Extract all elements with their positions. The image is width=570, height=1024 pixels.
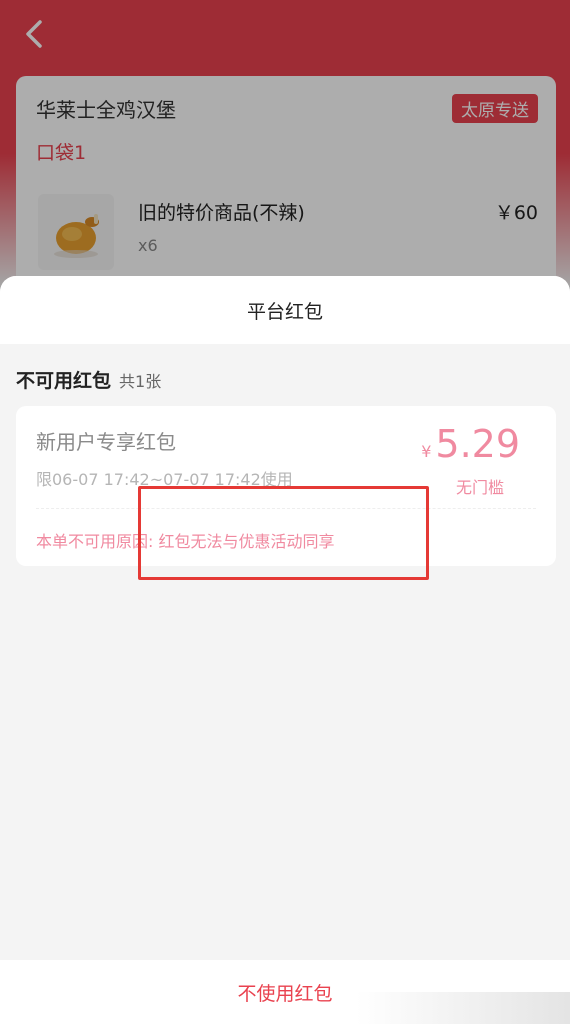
unavailable-section-header: 不可用红包 共1张 bbox=[16, 366, 161, 393]
annotation-highlight-box bbox=[138, 486, 429, 580]
currency-symbol: ¥ bbox=[421, 442, 432, 461]
coupon-amount: ¥ 5.29 bbox=[421, 422, 520, 466]
coupon-sheet: 平台红包 不可用红包 共1张 新用户专享红包 限06-07 17:42~07-0… bbox=[0, 276, 570, 1024]
coupon-threshold: 无门槛 bbox=[455, 478, 504, 497]
footer-fade bbox=[356, 992, 570, 1024]
section-title: 不可用红包 bbox=[16, 370, 112, 392]
coupon-value: 5.29 bbox=[435, 422, 520, 466]
sheet-title: 平台红包 bbox=[246, 300, 323, 323]
no-coupon-label: 不使用红包 bbox=[237, 982, 333, 1005]
section-count: 共1张 bbox=[119, 372, 162, 391]
sheet-header: 平台红包 bbox=[0, 276, 570, 344]
coupon-name: 新用户专享红包 bbox=[36, 430, 176, 454]
